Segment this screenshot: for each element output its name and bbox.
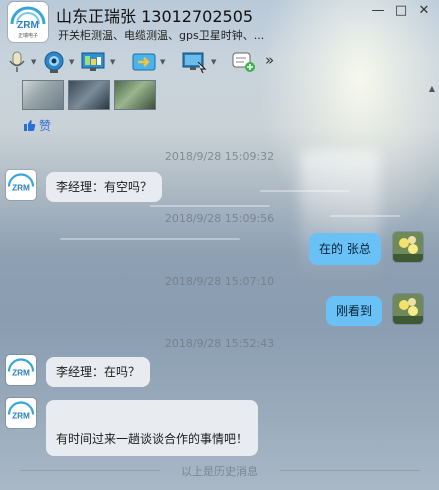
contact-signature: 开关柜测温、电缆测温、gps卫星时钟、... (58, 29, 265, 42)
shared-image-thumbnail[interactable] (114, 80, 156, 110)
avatar-logo-subtext: 正瑞电子 (18, 32, 38, 39)
zrm-logo-icon: ZRM (7, 173, 35, 192)
message-timestamp: 2018/9/28 15:09:56 (164, 212, 275, 225)
screen-share-button[interactable] (80, 50, 106, 74)
incoming-message-bubble[interactable]: 有时间过来一趟谈谈合作的事情吧！ (46, 400, 259, 456)
add-app-icon (232, 52, 255, 72)
video-call-button[interactable] (42, 50, 66, 74)
mic-icon (9, 51, 25, 72)
chat-toolbar: ▼ ▼ ▼ ▼ ▼ » (0, 48, 439, 76)
like-label: 赞 (39, 119, 52, 133)
voice-call-dropdown[interactable]: ▼ (31, 58, 36, 66)
screen-share-dropdown[interactable]: ▼ (110, 58, 115, 66)
zrm-logo-icon: ZRM 正瑞电子 (10, 6, 46, 39)
shared-image-thumbnail[interactable] (68, 80, 110, 110)
chat-header: ZRM 正瑞电子 山东正瑞张 13012702505 开关柜测温、电缆测温、gp… (0, 0, 439, 46)
remote-desktop-dropdown[interactable]: ▼ (211, 58, 216, 66)
maximize-button[interactable]: □ (391, 2, 411, 20)
video-camera-icon (44, 51, 64, 73)
outgoing-message-bubble[interactable]: 在的 张总 (309, 233, 381, 265)
my-avatar[interactable] (393, 232, 423, 262)
message-timestamp: 2018/9/28 15:07:10 (164, 275, 275, 288)
avatar-logo-text: ZRM (12, 411, 30, 420)
contact-avatar[interactable]: ZRM 正瑞电子 (8, 2, 48, 42)
sender-avatar[interactable]: ZRM (6, 398, 36, 428)
send-file-button[interactable] (131, 50, 157, 74)
remote-desktop-button[interactable] (181, 50, 207, 74)
background-wave (60, 238, 240, 240)
avatar-logo-text: ZRM (17, 20, 39, 31)
incoming-message-bubble[interactable]: 李经理：在吗？ (46, 357, 151, 387)
background-wave (260, 190, 350, 192)
more-tools-button[interactable]: » (265, 51, 274, 75)
chat-window: ZRM 正瑞电子 山东正瑞张 13012702505 开关柜测温、电缆测温、gp… (0, 0, 439, 490)
shared-image-thumbnail[interactable] (22, 80, 64, 110)
close-button[interactable]: ✕ (414, 2, 434, 20)
sender-avatar[interactable]: ZRM (6, 355, 36, 385)
zrm-logo-icon: ZRM (7, 358, 35, 377)
message-timestamp: 2018/9/28 15:52:43 (164, 337, 275, 350)
flower-photo-icon (393, 232, 423, 262)
voice-call-button[interactable] (6, 50, 28, 74)
incoming-message-bubble[interactable]: 李经理：有空吗？ (46, 172, 163, 202)
zrm-logo-icon: ZRM (7, 401, 35, 420)
history-messages-link[interactable]: 以上是历史消息 (0, 463, 439, 479)
sender-avatar[interactable]: ZRM (6, 170, 36, 200)
message-timestamp: 2018/9/28 15:09:32 (164, 150, 275, 163)
outgoing-message-bubble[interactable]: 刚看到 (326, 296, 383, 326)
thumbs-up-icon (24, 120, 36, 131)
contact-name[interactable]: 山东正瑞张 13012702505 (56, 3, 253, 27)
send-file-dropdown[interactable]: ▼ (160, 58, 165, 66)
screen-share-icon (81, 52, 105, 71)
like-button[interactable]: 赞 (23, 117, 51, 134)
scroll-up-arrow-icon[interactable]: ▲ (429, 84, 435, 93)
file-transfer-icon (132, 53, 156, 71)
avatar-logo-text: ZRM (12, 368, 30, 377)
apps-button[interactable] (231, 50, 257, 74)
flower-photo-icon (393, 294, 423, 324)
background-wave (150, 205, 270, 207)
minimize-button[interactable]: — (368, 2, 388, 20)
avatar-logo-text: ZRM (12, 183, 30, 192)
video-call-dropdown[interactable]: ▼ (69, 58, 74, 66)
my-avatar[interactable] (393, 294, 423, 324)
remote-desktop-icon (182, 52, 207, 74)
